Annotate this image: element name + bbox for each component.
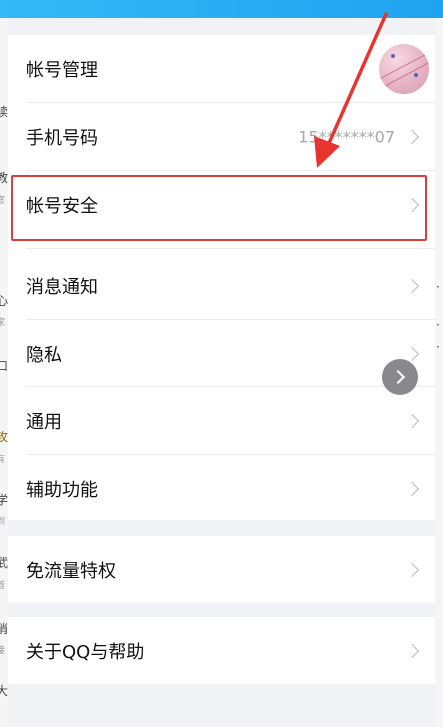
arrow-shaft (324, 12, 388, 152)
arrow-head (314, 136, 340, 168)
annotation-arrow (314, 12, 388, 168)
